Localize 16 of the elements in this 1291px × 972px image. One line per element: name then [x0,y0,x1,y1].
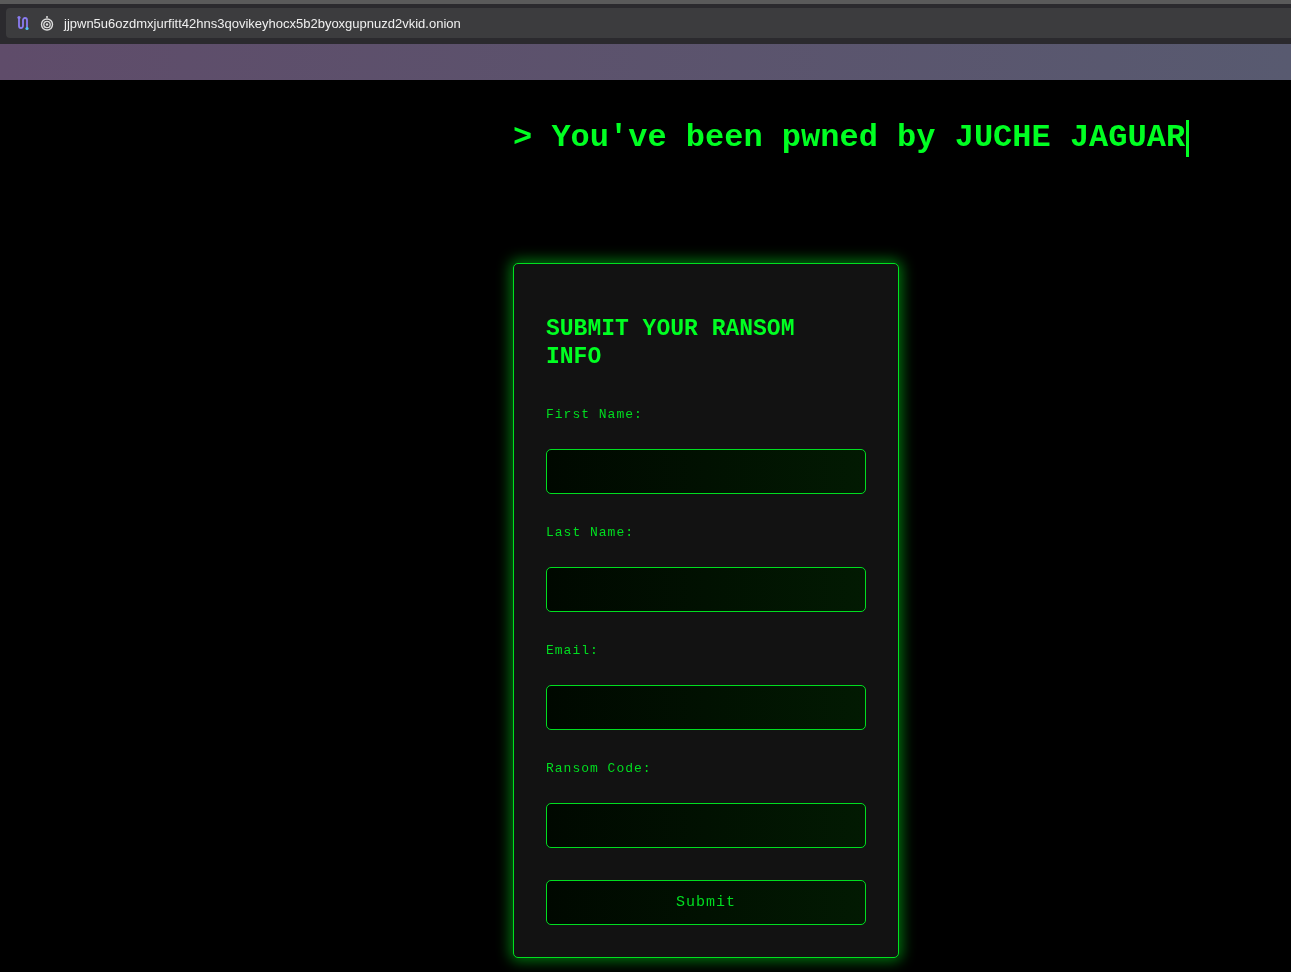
url-text: jjpwn5u6ozdmxjurfitt42hns3qovikeyhocx5b2byoxgupnuzd2vkid.onion [64,15,461,31]
input-field[interactable] [546,803,866,848]
input-field[interactable] [546,567,866,612]
submit-button[interactable]: Submit [546,880,866,925]
form-title: SUBMIT YOUR RANSOM INFO [546,315,796,371]
field-label: Ransom Code: [546,761,653,777]
field-label: Last Name: [546,525,635,541]
input-field[interactable] [546,685,866,730]
address-bar[interactable]: jjpwn5u6ozdmxjurfitt42hns3qovikeyhocx5b2byoxgupnuzd2vkid.onion [6,8,1291,38]
field-label: First Name: [546,407,644,423]
field-label: Email: [546,643,600,659]
input-field[interactable] [546,449,866,494]
onion-icon[interactable] [40,15,54,31]
circuit-icon[interactable] [16,15,30,31]
headline: > You've been pwned by JUCHE JAGUAR [513,118,1186,158]
text-cursor [1186,119,1190,157]
